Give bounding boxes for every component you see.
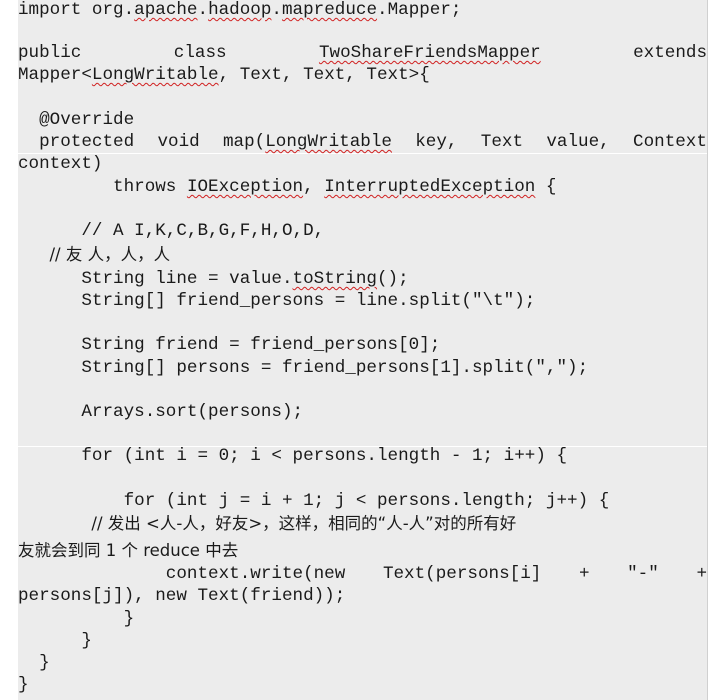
code-line-tostring: String line = value.toString(); (18, 269, 409, 289)
code-line-map-signature: protected void map(LongWritable key, Tex… (18, 132, 707, 152)
code-line-persons: String[] persons = friend_persons[1].spl… (18, 358, 589, 378)
code-line-split-tab: String[] friend_persons = line.split("\t… (18, 291, 536, 311)
code-line-comment-sample: // A I,K,C,B,G,F,H,O,D, (18, 221, 325, 241)
code-line-context-write: context.write(new Text(persons[i] + "-" … (18, 564, 707, 584)
code-line-close-inner: } (18, 609, 135, 629)
code-line-throws: throws IOException, InterruptedException… (18, 177, 557, 197)
code-line-comment-emit-cont: 友就会到同 1 个 reduce 中去 (18, 541, 239, 560)
code-line-sort: Arrays.sort(persons); (18, 402, 304, 422)
code-line-close-method: } (18, 653, 50, 673)
code-line-context-write-cont: persons[j]), new Text(friend)); (18, 586, 346, 606)
code-line-class-declaration: public class TwoShareFriendsMapper exten… (18, 43, 707, 63)
code-line-class-generics: Mapper<LongWritable, Text, Text, Text>{ (18, 65, 430, 85)
code-line-close-class: } (18, 675, 29, 695)
code-line-comment-format: // 友 人，人，人 (18, 245, 171, 264)
code-line-inner-for: for (int j = i + 1; j < persons.length; … (18, 491, 610, 511)
code-line-outer-for: for (int i = 0; i < persons.length - 1; … (18, 446, 568, 466)
code-line-friend: String friend = friend_persons[0]; (18, 335, 441, 355)
code-line-map-context: context) (18, 154, 103, 174)
code-line-override: @Override (18, 110, 135, 130)
code-line-comment-emit: // 发出 <人-人，好友>，这样，相同的“人-人”对的所有好 (18, 514, 517, 533)
code-line-import: import org.apache.hadoop.mapreduce.Mappe… (18, 0, 462, 20)
code-line-close-outer: } (18, 631, 92, 651)
